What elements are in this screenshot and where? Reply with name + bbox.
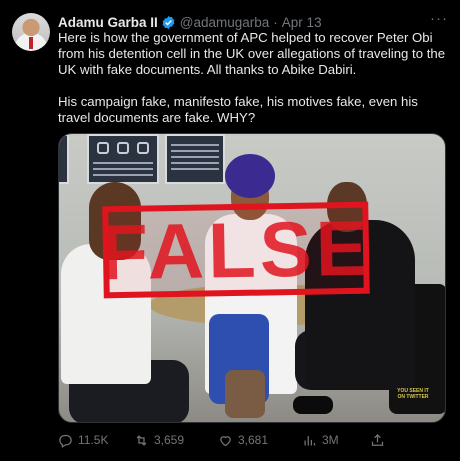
wall-poster (165, 134, 225, 184)
false-stamp-label: FALSE (99, 203, 373, 297)
separator: · (273, 14, 278, 30)
tweet-text: Here is how the government of APC helped… (58, 30, 450, 126)
person-middle-headwrap (225, 154, 275, 198)
like-button[interactable]: 3,681 (218, 433, 268, 448)
wall-poster (59, 134, 69, 184)
author-name[interactable]: Adamu Garba II (58, 15, 158, 30)
tweet-header: Adamu Garba II @adamugarba · Apr 13 ··· (58, 10, 448, 32)
person-right-shoe (293, 396, 333, 414)
false-stamp: FALSE (99, 201, 373, 299)
tweet[interactable]: Adamu Garba II @adamugarba · Apr 13 ··· … (0, 0, 460, 461)
tweet-actions: 11.5K 3,659 3,681 3M (58, 431, 398, 449)
more-icon[interactable]: ··· (430, 10, 448, 27)
avatar[interactable] (12, 13, 50, 51)
views-icon (304, 435, 316, 445)
tweet-paragraph-2: His campaign fake, manifesto fake, his m… (58, 94, 418, 125)
tweet-date[interactable]: Apr 13 (282, 15, 322, 30)
retweet-icon (136, 434, 147, 446)
like-count: 3,681 (238, 433, 269, 447)
retweet-count: 3,659 (154, 433, 185, 447)
share-icon (371, 433, 384, 446)
reply-count: 11.5K (78, 433, 109, 447)
like-icon (220, 435, 231, 446)
tweet-paragraph-1: Here is how the government of APC helped… (58, 30, 446, 77)
handbag (225, 370, 265, 418)
share-button[interactable] (370, 433, 390, 448)
retweet-button[interactable]: 3,659 (134, 433, 184, 448)
watermark: YOU SEEN IT ON TWITTER (397, 388, 429, 400)
verified-badge-icon (162, 15, 175, 29)
views-count: 3M (322, 433, 339, 447)
views-button[interactable]: 3M (302, 433, 339, 448)
wall-poster (87, 134, 159, 184)
reply-icon (59, 434, 72, 448)
tweet-image[interactable]: FALSE YOU SEEN IT ON TWITTER (58, 133, 446, 423)
author-handle[interactable]: @adamugarba (180, 15, 270, 30)
reply-button[interactable]: 11.5K (58, 433, 108, 448)
